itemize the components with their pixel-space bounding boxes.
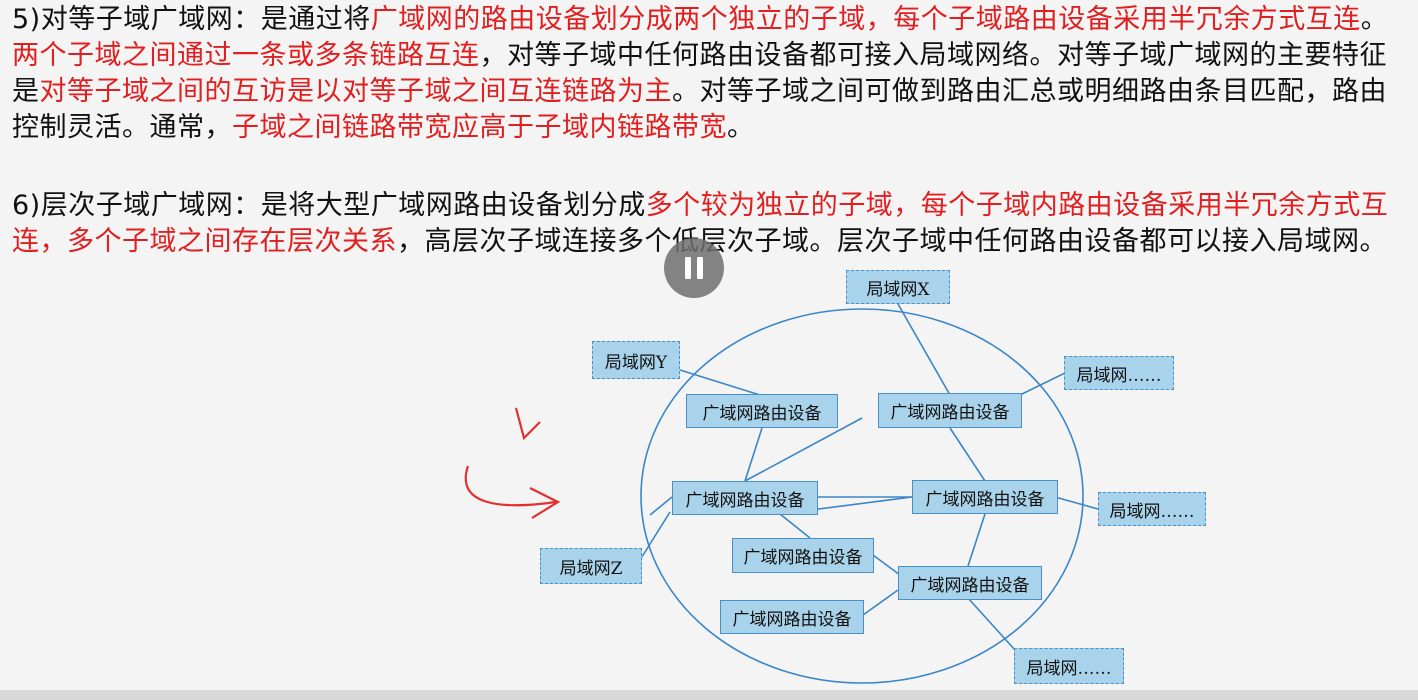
link: [1019, 372, 1066, 396]
link: [679, 369, 761, 396]
lan-more-box-right-top: 局域网……: [1064, 356, 1174, 390]
link: [967, 597, 1016, 651]
pause-button[interactable]: [664, 238, 724, 298]
annotation-curved-arrow: [464, 465, 557, 507]
diagram-lines: [464, 303, 1099, 684]
link: [779, 513, 811, 539]
bottom-bar: [0, 690, 1418, 700]
router-node: 广域网路由设备: [686, 394, 838, 428]
lan-y-box: 局域网Y: [592, 341, 680, 379]
link: [897, 303, 951, 396]
lan-z-box: 局域网Z: [540, 548, 642, 584]
link: [862, 589, 899, 616]
link: [1054, 496, 1099, 510]
lan-x-box: 局域网X: [846, 270, 950, 304]
annotation-tick: [514, 407, 541, 441]
hand-drawn-annotation-icon: [464, 407, 561, 519]
router-node: 广域网路由设备: [720, 600, 864, 634]
pause-icon-bar-left: [685, 257, 691, 279]
link: [949, 427, 986, 482]
pause-icon-bar-right: [697, 257, 703, 279]
link: [872, 554, 901, 576]
lan-more-box-right-middle: 局域网……: [1098, 492, 1206, 526]
router-node: 广域网路由设备: [912, 480, 1058, 514]
router-node: 广域网路由设备: [898, 566, 1042, 600]
router-node: 广域网路由设备: [732, 538, 874, 573]
hierarchical-wan-diagram: 局域网X 局域网Y 局域网Z 局域网…… 局域网…… 局域网…… 广域网路由设备…: [0, 0, 1418, 700]
lan-more-box-bottom: 局域网……: [1014, 648, 1124, 684]
link: [967, 513, 986, 567]
router-node: 广域网路由设备: [878, 393, 1022, 428]
router-node: 广域网路由设备: [672, 481, 818, 515]
link: [649, 496, 673, 516]
link: [639, 511, 671, 561]
